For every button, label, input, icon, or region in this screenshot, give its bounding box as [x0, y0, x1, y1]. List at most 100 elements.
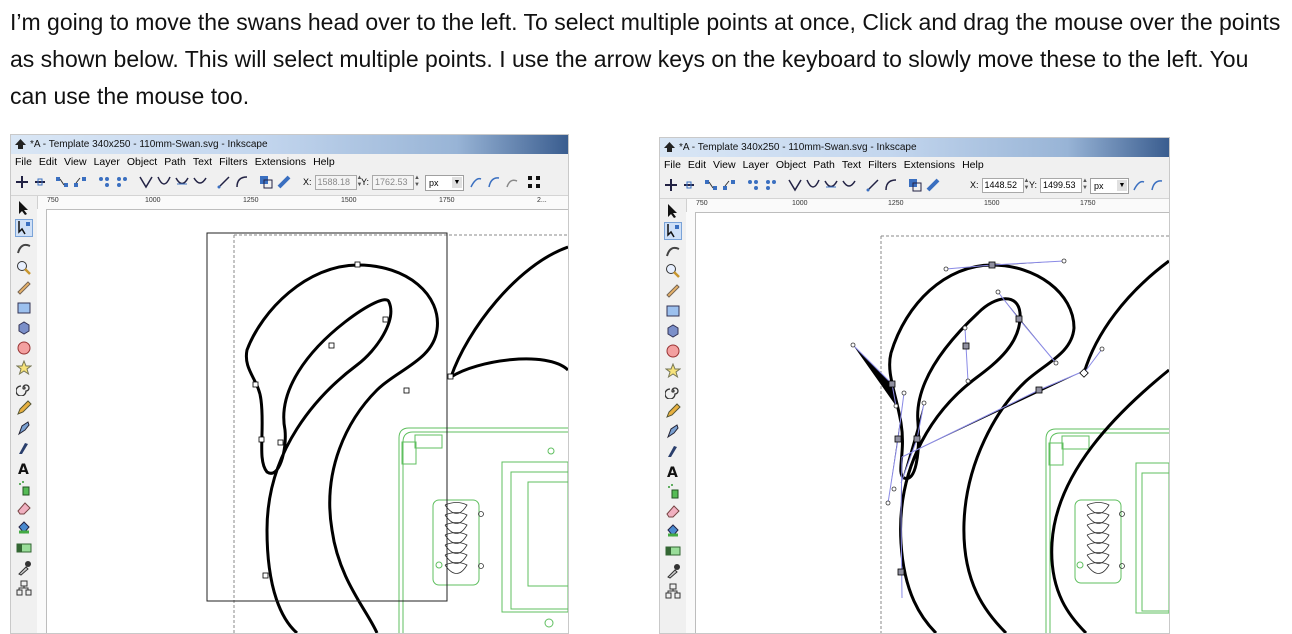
- connector-tool-icon[interactable]: [16, 580, 32, 596]
- bucket-tool-icon[interactable]: [665, 523, 681, 539]
- unit-select[interactable]: px ▼: [425, 175, 464, 191]
- show-handles-icon[interactable]: [1132, 178, 1146, 192]
- measure-tool-icon[interactable]: [665, 283, 681, 299]
- calligraphy-tool-icon[interactable]: [16, 440, 32, 456]
- segment-to-line-icon[interactable]: [866, 178, 880, 192]
- pen-tool-icon[interactable]: [665, 423, 681, 439]
- bucket-tool-icon[interactable]: [16, 520, 32, 536]
- show-clip-icon[interactable]: [505, 175, 519, 189]
- rectangle-tool-icon[interactable]: [665, 303, 681, 319]
- menu-layer[interactable]: Layer: [94, 154, 120, 171]
- make-symmetric-icon[interactable]: [175, 175, 189, 189]
- delete-node-icon[interactable]: [33, 175, 47, 189]
- dropper-tool-icon[interactable]: [665, 563, 681, 579]
- segment-to-curve-icon[interactable]: [884, 178, 898, 192]
- break-path-icon[interactable]: [73, 175, 87, 189]
- drawing-canvas[interactable]: [696, 213, 1169, 633]
- menu-layer[interactable]: Layer: [743, 157, 769, 174]
- segment-to-line-icon[interactable]: [217, 175, 231, 189]
- delete-segment-icon[interactable]: [115, 175, 129, 189]
- selector-tool-icon[interactable]: [665, 203, 681, 219]
- show-path-outline-icon[interactable]: [1150, 178, 1164, 192]
- stroke-to-path-icon[interactable]: [277, 175, 291, 189]
- tweak-tool-icon[interactable]: [16, 240, 32, 256]
- menu-extensions[interactable]: Extensions: [904, 157, 955, 174]
- x-input[interactable]: 1448.52: [981, 178, 1024, 193]
- y-input[interactable]: 1762.53: [372, 175, 415, 190]
- insert-node-icon[interactable]: [664, 178, 678, 192]
- menu-path[interactable]: Path: [813, 157, 835, 174]
- star-tool-icon[interactable]: [16, 360, 32, 376]
- zoom-tool-icon[interactable]: [665, 263, 681, 279]
- text-tool-icon[interactable]: A: [16, 460, 32, 476]
- y-input[interactable]: 1499.53: [1040, 178, 1083, 193]
- spiral-tool-icon[interactable]: [665, 383, 681, 399]
- insert-node-icon[interactable]: [15, 175, 29, 189]
- tweak-tool-icon[interactable]: [665, 243, 681, 259]
- 3d-box-tool-icon[interactable]: [665, 323, 681, 339]
- menu-edit[interactable]: Edit: [688, 157, 706, 174]
- make-smooth-icon[interactable]: [157, 175, 171, 189]
- ellipse-tool-icon[interactable]: [665, 343, 681, 359]
- menu-text[interactable]: Text: [193, 154, 212, 171]
- pen-tool-icon[interactable]: [16, 420, 32, 436]
- unit-select[interactable]: px ▼: [1090, 178, 1129, 194]
- measure-tool-icon[interactable]: [16, 280, 32, 296]
- gradient-tool-icon[interactable]: [16, 540, 32, 556]
- rectangle-tool-icon[interactable]: [16, 300, 32, 316]
- menu-view[interactable]: View: [64, 154, 87, 171]
- menu-object[interactable]: Object: [127, 154, 157, 171]
- stroke-to-path-icon[interactable]: [926, 178, 940, 192]
- join-nodes-icon[interactable]: [55, 175, 69, 189]
- object-to-path-icon[interactable]: [259, 175, 273, 189]
- node-tool-icon[interactable]: [15, 219, 33, 237]
- gradient-tool-icon[interactable]: [665, 543, 681, 559]
- show-path-outline-icon[interactable]: [487, 175, 501, 189]
- menu-view[interactable]: View: [713, 157, 736, 174]
- delete-segment-icon[interactable]: [764, 178, 778, 192]
- menu-extensions[interactable]: Extensions: [255, 154, 306, 171]
- menu-filters[interactable]: Filters: [868, 157, 897, 174]
- node-tool-icon[interactable]: [664, 222, 682, 240]
- y-spinner-icon[interactable]: ▲ ▼: [1082, 178, 1088, 192]
- menu-help[interactable]: Help: [962, 157, 984, 174]
- auto-smooth-icon[interactable]: [193, 175, 207, 189]
- canvas-drawing[interactable]: [47, 210, 568, 633]
- spray-tool-icon[interactable]: [665, 483, 681, 499]
- menu-edit[interactable]: Edit: [39, 154, 57, 171]
- auto-smooth-icon[interactable]: [842, 178, 856, 192]
- make-cusp-icon[interactable]: [788, 178, 802, 192]
- zoom-tool-icon[interactable]: [16, 260, 32, 276]
- eraser-tool-icon[interactable]: [665, 503, 681, 519]
- menu-filters[interactable]: Filters: [219, 154, 248, 171]
- show-transform-handles-icon[interactable]: [527, 175, 541, 189]
- menu-object[interactable]: Object: [776, 157, 806, 174]
- ellipse-tool-icon[interactable]: [16, 340, 32, 356]
- x-input[interactable]: 1588.18: [314, 175, 357, 190]
- selector-tool-icon[interactable]: [16, 200, 32, 216]
- spray-tool-icon[interactable]: [16, 480, 32, 496]
- make-smooth-icon[interactable]: [806, 178, 820, 192]
- dropper-tool-icon[interactable]: [16, 560, 32, 576]
- make-symmetric-icon[interactable]: [824, 178, 838, 192]
- eraser-tool-icon[interactable]: [16, 500, 32, 516]
- 3d-box-tool-icon[interactable]: [16, 320, 32, 336]
- pencil-tool-icon[interactable]: [665, 403, 681, 419]
- menu-file[interactable]: File: [664, 157, 681, 174]
- join-segment-icon[interactable]: [746, 178, 760, 192]
- spiral-tool-icon[interactable]: [16, 380, 32, 396]
- break-path-icon[interactable]: [722, 178, 736, 192]
- canvas-drawing[interactable]: [696, 213, 1169, 633]
- object-to-path-icon[interactable]: [908, 178, 922, 192]
- menu-path[interactable]: Path: [164, 154, 186, 171]
- pencil-tool-icon[interactable]: [16, 400, 32, 416]
- delete-node-icon[interactable]: [682, 178, 696, 192]
- y-spinner-icon[interactable]: ▲ ▼: [414, 175, 420, 189]
- connector-tool-icon[interactable]: [665, 583, 681, 599]
- make-cusp-icon[interactable]: [139, 175, 153, 189]
- menu-file[interactable]: File: [15, 154, 32, 171]
- star-tool-icon[interactable]: [665, 363, 681, 379]
- segment-to-curve-icon[interactable]: [235, 175, 249, 189]
- join-segment-icon[interactable]: [97, 175, 111, 189]
- join-nodes-icon[interactable]: [704, 178, 718, 192]
